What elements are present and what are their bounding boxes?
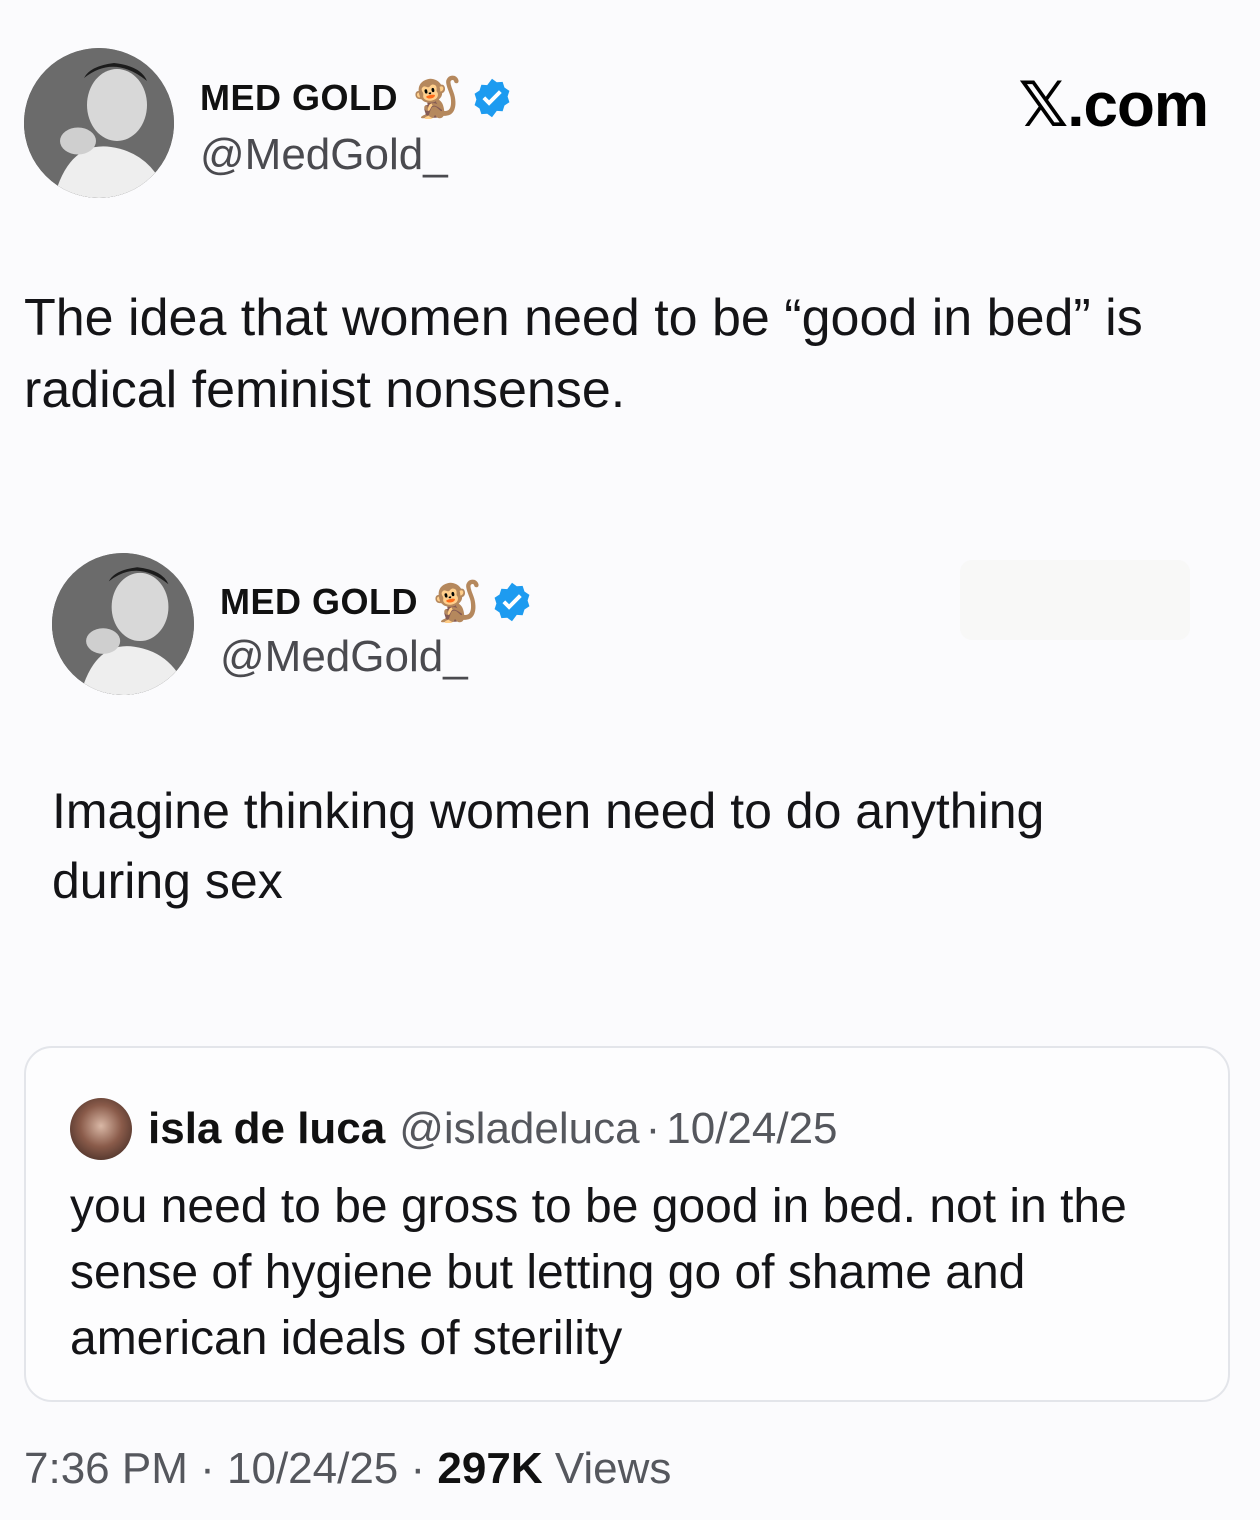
inner-author-avatar[interactable] [52, 553, 194, 695]
author-name-row: MED GOLD 🐒 [200, 74, 514, 121]
inner-author-handle[interactable]: @MedGold_ [220, 632, 468, 682]
brand-logo: 𝕏.com [1018, 71, 1209, 140]
author-avatar[interactable] [24, 48, 174, 198]
inner-tweet-text: Imagine thinking women need to do anythi… [52, 783, 1045, 909]
monkey-emoji-icon: 🐒 [432, 580, 483, 624]
faded-watermark [960, 560, 1190, 640]
author-name[interactable]: MED GOLD [200, 77, 398, 119]
quoted-author-name[interactable]: isla de luca [148, 1104, 385, 1154]
quoted-tweet-card[interactable]: isla de luca @isladeluca · 10/24/25 you … [24, 1046, 1230, 1402]
monkey-emoji-icon: 🐒 [412, 76, 463, 120]
avatar-photo-icon [24, 48, 174, 198]
quoted-tweet-header: isla de luca @isladeluca · 10/24/25 [70, 1098, 838, 1160]
tweet-text: The idea that women need to be “good in … [24, 289, 1143, 419]
tweet-time[interactable]: 7:36 PM [24, 1444, 188, 1493]
avatar-photo-icon [52, 553, 194, 695]
meta-separator: · [200, 1444, 215, 1493]
inner-author-name-row: MED GOLD 🐒 [220, 578, 534, 625]
meta-separator: · [645, 1104, 661, 1153]
inner-author-name[interactable]: MED GOLD [220, 581, 418, 623]
author-handle[interactable]: @MedGold_ [200, 130, 448, 180]
quoted-tweet-text: you need to be gross to be good in bed. … [70, 1180, 1127, 1365]
quoted-tweet-date[interactable]: 10/24/25 [666, 1104, 837, 1154]
quoted-author-avatar[interactable] [70, 1098, 132, 1160]
tweet-date[interactable]: 10/24/25 [227, 1444, 398, 1493]
meta-separator: · [410, 1444, 426, 1493]
views-count[interactable]: 297K [437, 1444, 542, 1493]
verified-badge-icon [490, 580, 534, 624]
tweet-footer: 7:36 PM · 10/24/25 · 297K Views [24, 1444, 671, 1494]
quoted-author-handle[interactable]: @isladeluca [399, 1104, 639, 1154]
views-label: Views [554, 1444, 672, 1493]
verified-badge-icon [470, 76, 514, 120]
